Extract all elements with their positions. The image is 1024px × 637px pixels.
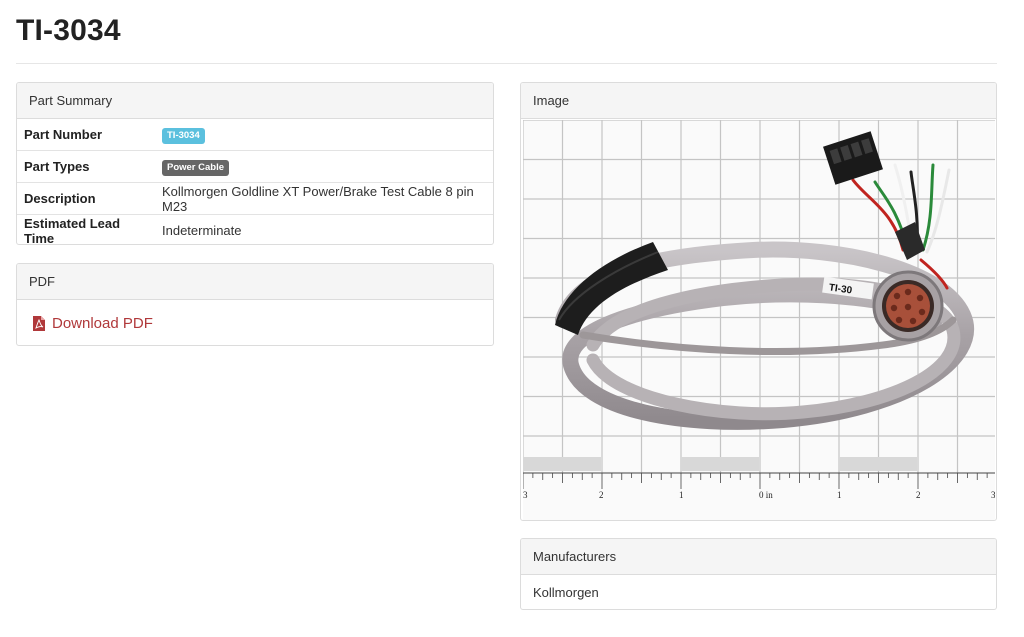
ruler-label: 0 in — [759, 490, 773, 500]
ruler-label: 2 — [599, 490, 604, 500]
table-row: Part Types Power Cable — [17, 150, 493, 183]
manufacturers-panel: Manufacturers Kollmorgen — [520, 538, 997, 610]
lead-time-value: Indeterminate — [155, 214, 493, 244]
part-types-cell: Power Cable — [155, 150, 493, 183]
pdf-panel-body: Download PDF — [17, 300, 493, 345]
title-divider — [16, 63, 997, 64]
ruler-label: 1 — [837, 490, 842, 500]
lead-time-label: Estimated Lead Time — [17, 214, 155, 244]
ruler-label: 3 — [523, 490, 528, 500]
part-types-label: Part Types — [17, 150, 155, 183]
part-summary-panel: Part Summary Part Number TI-3034 Part Ty… — [16, 82, 494, 245]
image-heading: Image — [521, 83, 996, 119]
description-value: Kollmorgen Goldline XT Power/Brake Test … — [155, 182, 493, 215]
ruler-label: 3 — [991, 490, 995, 500]
description-label: Description — [17, 182, 155, 215]
table-row: Part Number TI-3034 — [17, 119, 493, 151]
download-pdf-label: Download PDF — [52, 315, 153, 332]
part-number-badge: TI-3034 — [162, 127, 205, 144]
part-type-badge: Power Cable — [162, 159, 230, 176]
pdf-heading: PDF — [17, 264, 493, 300]
cable-photo: 3 2 1 0 in 1 2 3 TI-30 — [522, 119, 996, 520]
manufacturers-heading: Manufacturers — [521, 539, 996, 575]
ruler-label: 2 — [916, 490, 921, 500]
ruler-label: 1 — [679, 490, 684, 500]
page-title: TI-3034 — [16, 14, 121, 47]
table-row: Description Kollmorgen Goldline XT Power… — [17, 182, 493, 215]
part-summary-heading: Part Summary — [17, 83, 493, 119]
pdf-file-icon — [33, 316, 45, 331]
product-image: 3 2 1 0 in 1 2 3 TI-30 — [522, 119, 996, 520]
manufacturer-name: Kollmorgen — [533, 585, 599, 600]
part-number-label: Part Number — [24, 127, 103, 142]
table-row: Estimated Lead Time Indeterminate — [17, 214, 493, 244]
part-summary-table: Part Number TI-3034 Part Types Power Cab… — [17, 119, 493, 244]
image-panel: Image 3 2 1 0 in 1 2 TI-30 — [520, 82, 997, 521]
part-number-cell: TI-3034 — [155, 119, 493, 151]
pdf-panel: PDF Download PDF — [16, 263, 494, 346]
download-pdf-link[interactable]: Download PDF — [33, 315, 153, 332]
